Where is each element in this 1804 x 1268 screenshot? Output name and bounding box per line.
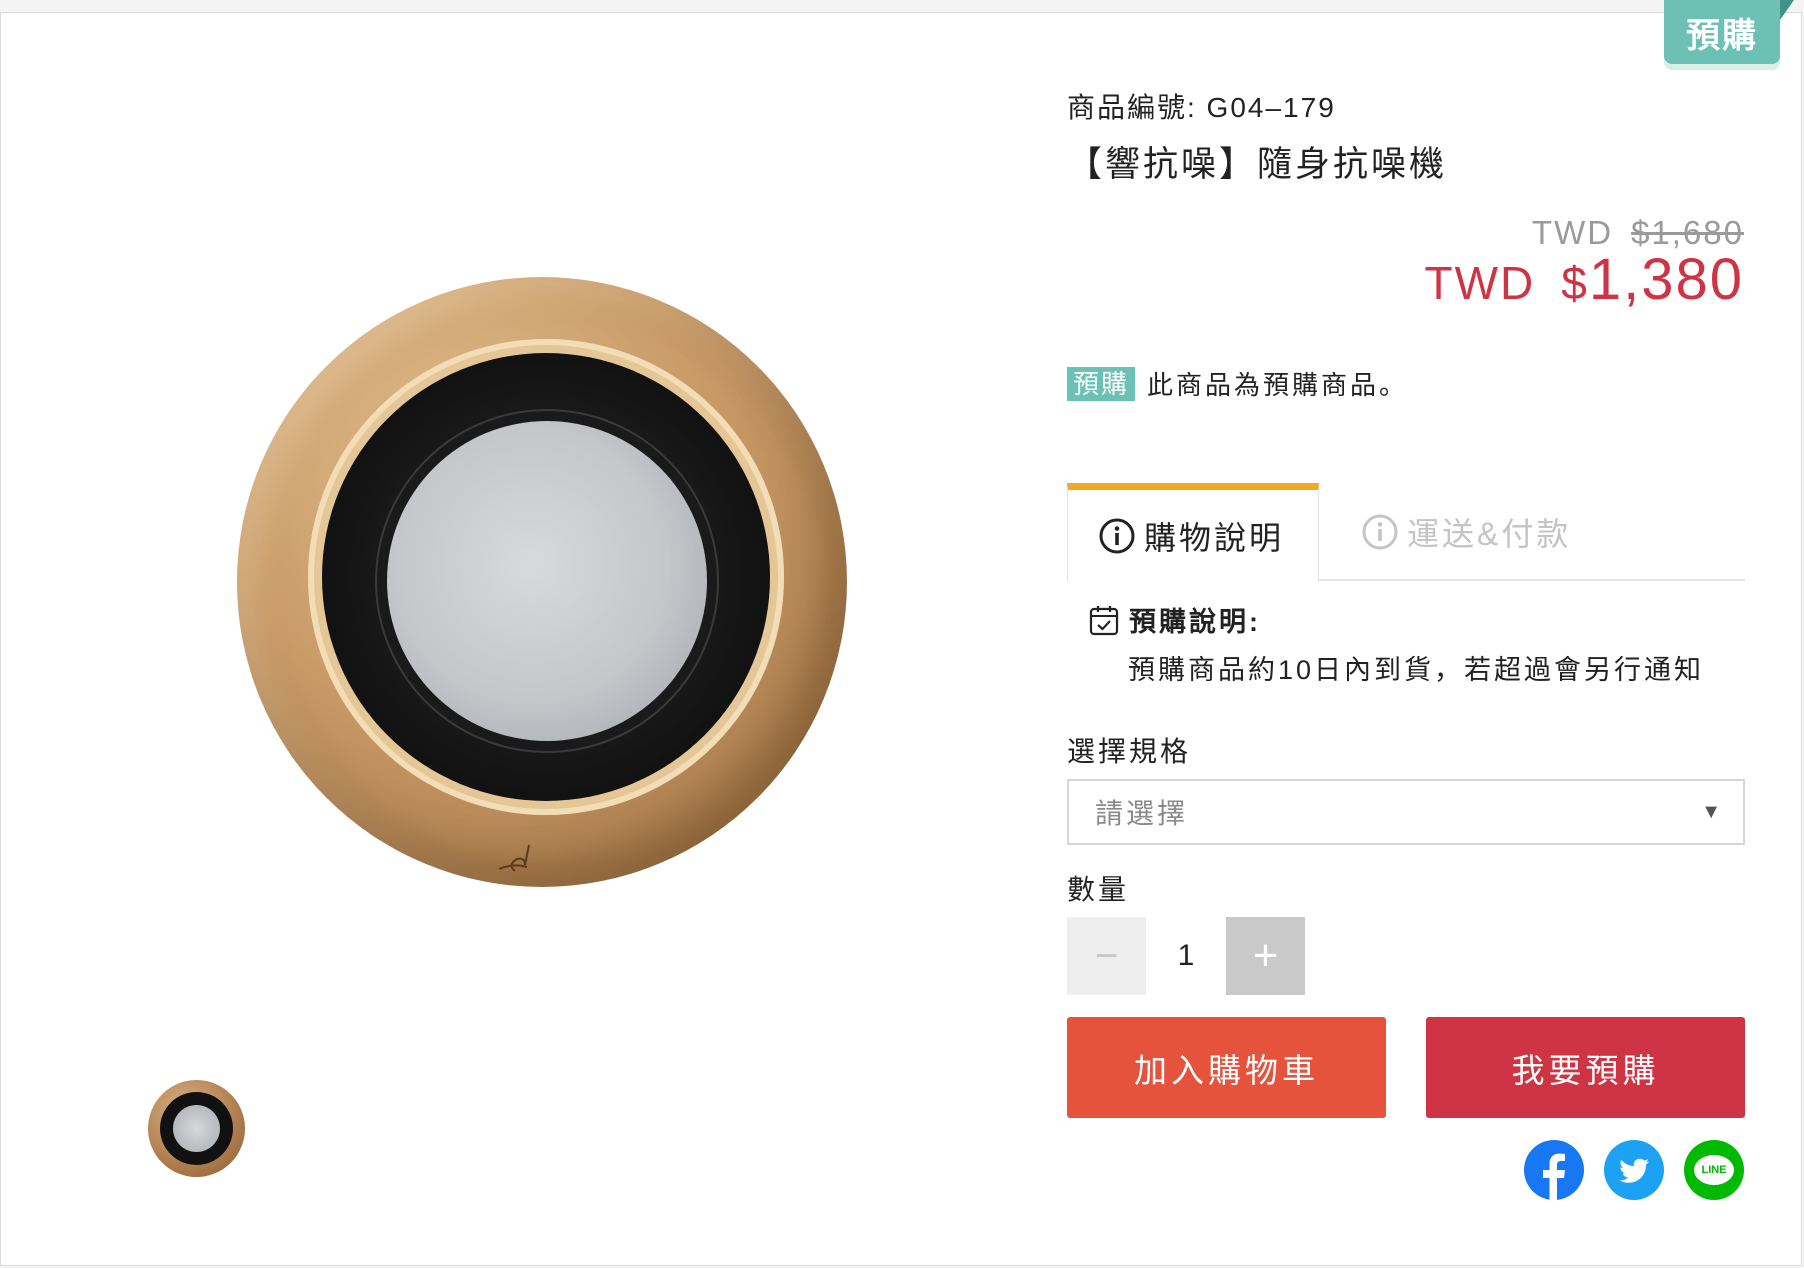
- sale-price-amount: 1,380: [1588, 247, 1744, 312]
- preorder-description: 預購商品約10日內到貨，若超過會另行通知: [1128, 655, 1705, 685]
- tab-shopping-info-label: 購物說明: [1144, 519, 1285, 556]
- share-twitter-button[interactable]: [1604, 1140, 1664, 1200]
- tab-shipping-payment-label: 運送&付款: [1407, 516, 1572, 552]
- info-circle-icon: [1361, 513, 1399, 551]
- minus-icon: −: [1094, 933, 1119, 978]
- info-circle-icon: [1098, 517, 1136, 555]
- product-sku: 商品編號: G04–179: [1067, 92, 1336, 123]
- quantity-decrease-button[interactable]: −: [1067, 917, 1146, 995]
- spec-select[interactable]: 請選擇 ▼: [1067, 779, 1745, 845]
- preorder-heading: 預購說明:: [1089, 600, 1261, 639]
- plus-icon: +: [1252, 931, 1279, 980]
- preorder-notice: 預購 此商品為預購商品。: [1067, 365, 1408, 402]
- product-thumbnail[interactable]: [148, 1080, 245, 1177]
- preorder-notice-text: 此商品為預購商品。: [1147, 370, 1409, 400]
- calendar-check-icon: [1089, 604, 1119, 636]
- chevron-down-icon: ▼: [1701, 800, 1721, 823]
- line-icon: LINE: [1694, 1155, 1734, 1185]
- product-image-rubber-ring: [322, 353, 770, 801]
- spec-select-placeholder: 請選擇: [1095, 798, 1189, 829]
- preorder-badge: 預購: [1067, 366, 1136, 401]
- sale-price-currency: TWD: [1424, 257, 1536, 309]
- info-tabs: 購物說明 運送&付款: [1067, 483, 1745, 581]
- product-title: 【響抗噪】隨身抗噪機: [1067, 145, 1448, 184]
- product-image-wood-rim: [308, 339, 784, 815]
- sale-price-symbol: $: [1561, 257, 1589, 309]
- quantity-increase-button[interactable]: +: [1226, 917, 1305, 995]
- share-line-button[interactable]: LINE: [1684, 1140, 1744, 1200]
- facebook-icon: [1524, 1140, 1584, 1200]
- quantity-value[interactable]: 1: [1146, 917, 1226, 995]
- line-icon-text: LINE: [1701, 1164, 1727, 1176]
- preorder-heading-text: 預購說明:: [1129, 607, 1261, 637]
- add-to-cart-button[interactable]: 加入購物車: [1067, 1017, 1386, 1118]
- product-image-speaker: [387, 421, 707, 741]
- sale-price: TWD $1,380: [1425, 246, 1745, 313]
- twitter-icon: [1604, 1140, 1664, 1200]
- brand-mark-icon: [498, 844, 530, 872]
- tab-shipping-payment[interactable]: 運送&付款: [1361, 483, 1571, 581]
- quantity-label: 數量: [1067, 874, 1130, 905]
- preorder-ribbon: 預購: [1664, 0, 1780, 64]
- ribbon-fold: [1780, 0, 1794, 20]
- product-main-image[interactable]: [237, 277, 847, 887]
- share-facebook-button[interactable]: [1524, 1140, 1584, 1200]
- spec-label: 選擇規格: [1067, 736, 1192, 767]
- preorder-button[interactable]: 我要預購: [1426, 1017, 1745, 1118]
- tab-shopping-info[interactable]: 購物說明: [1067, 483, 1319, 581]
